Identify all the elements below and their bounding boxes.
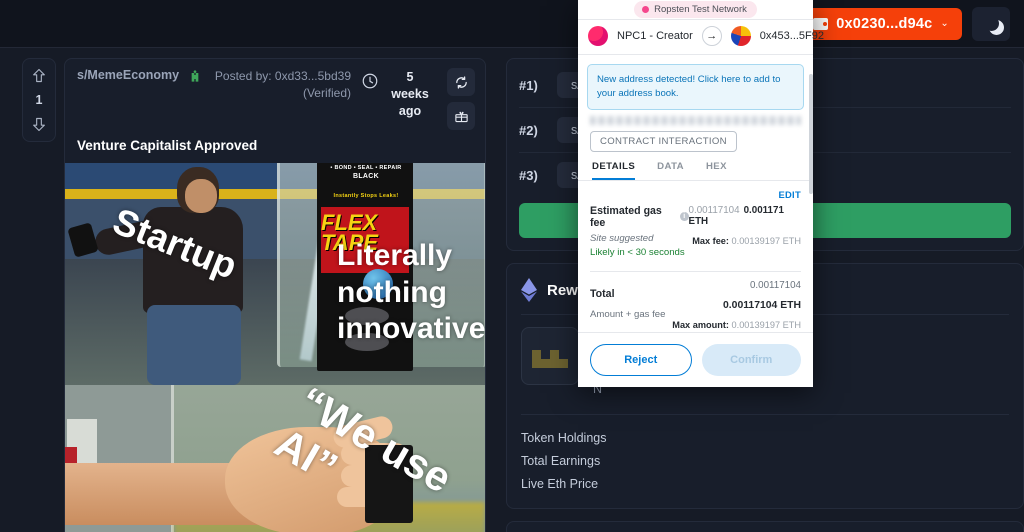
edit-gas-link[interactable]: EDIT (578, 181, 813, 200)
gas-fee-title-wrap: Estimated gas fee i (590, 205, 689, 229)
rank-number: #1) (519, 77, 538, 93)
total-row: Total Amount + gas fee 0.00117104 0.0011… (578, 272, 813, 330)
info-small-icon[interactable]: i (679, 212, 689, 222)
gas-fee-title: Estimated gas fee (590, 204, 662, 229)
meme-image[interactable]: • BOND • SEAL • REPAIR BLACK Instantly S… (65, 163, 485, 532)
clock-icon (362, 73, 378, 89)
chevron-down-icon: ⌄ (940, 18, 949, 29)
flex-tape-brand-black: BLACK (353, 173, 379, 180)
refresh-icon (455, 75, 467, 89)
from-account-name: NPC1 - Creator (617, 30, 693, 42)
metamask-body: New address detected! Click here to add … (578, 55, 813, 332)
post-actions (447, 68, 475, 130)
gas-fee-right: 0.00117104 0.001171 ETH Max fee: 0.001391… (689, 205, 801, 246)
flex-tape-tagline: Instantly Stops Leaks! (333, 193, 399, 199)
metamask-tabs: DETAILS DATA HEX (578, 152, 813, 181)
verified-shield-icon (191, 70, 199, 82)
joinspace-rules-card: i JoinSpace Rules JoinSpace is a permisi… (506, 521, 1024, 532)
post-author-verified: (Verified) (302, 86, 351, 101)
pixel-avatar (521, 327, 579, 385)
gas-fee-values: 0.00117104 0.001171 ETH (689, 205, 801, 227)
gas-fee-left: Estimated gas fee i Site suggested Likel… (590, 205, 689, 258)
rank-number: #3) (519, 167, 538, 183)
stat-live-eth-price: Live Eth Price (521, 477, 599, 492)
ethereum-diamond-icon (521, 278, 537, 302)
upvote-arrow-icon[interactable] (31, 67, 47, 84)
total-label: Total (590, 287, 615, 300)
subreddit-link[interactable]: s/MemeEconomy (77, 68, 179, 82)
gift-button[interactable] (447, 102, 475, 130)
tab-data[interactable]: DATA (657, 161, 684, 180)
gas-max-fee-value: 0.00139197 ETH (731, 235, 801, 246)
main-feed-column: 1 s/MemeEconomy Posted by: 0xd33...5bd39 (0, 48, 500, 532)
to-account-address[interactable]: 0x453...5F92 (760, 30, 824, 42)
metamask-footer: Reject Confirm (578, 332, 813, 387)
total-max-amount-value: 0.00139197 ETH (731, 319, 801, 330)
gift-icon (454, 111, 468, 122)
theme-toggle-button[interactable] (972, 6, 1010, 41)
new-address-notice[interactable]: New address detected! Click here to add … (587, 64, 804, 110)
wallet-address-label: 0x0230...d94c (836, 15, 933, 32)
account-transfer-row: NPC1 - Creator → 0x453...5F92 (578, 19, 824, 55)
vote-count: 1 (35, 93, 43, 107)
gas-max-fee-label: Max fee: (692, 235, 729, 246)
from-account-avatar (588, 26, 608, 46)
network-status-dot (642, 6, 650, 13)
meme-top-panel: • BOND • SEAL • REPAIR BLACK Instantly S… (65, 163, 485, 385)
total-left: Total Amount + gas fee (590, 280, 665, 330)
rank-number: #2) (519, 122, 538, 138)
metamask-confirmation-popup: Ropsten Test Network NPC1 - Creator → 0x… (578, 0, 824, 387)
reject-button[interactable]: Reject (590, 344, 692, 376)
moon-icon (984, 16, 999, 31)
total-max-amount: Max amount: 0.00139197 ETH (672, 320, 801, 330)
flex-tape-brand-top: • BOND • SEAL • REPAIR (330, 165, 402, 171)
gas-likely-time: Likely in < 30 seconds (590, 246, 685, 258)
wallet-address-button[interactable]: 0x0230...d94c ⌄ (800, 7, 962, 40)
network-label: Ropsten Test Network (654, 4, 747, 15)
gas-site-suggested: Site suggested (590, 232, 654, 244)
network-row: Ropsten Test Network (578, 0, 813, 19)
contract-interaction-chip: CONTRACT INTERACTION (590, 130, 737, 152)
total-main-value: 0.00117104 ETH (723, 299, 801, 311)
post-author-address: Posted by: 0xd33...5bd39 (214, 69, 351, 83)
tab-details[interactable]: DETAILS (592, 161, 636, 180)
confirm-button[interactable]: Confirm (701, 344, 801, 376)
stat-token-holdings: Token Holdings (521, 431, 607, 445)
origin-url-blurred (590, 115, 801, 125)
rewards-stats: Token Holdings Total Earnings Live Eth P… (521, 427, 1009, 496)
popup-scrollbar[interactable] (809, 74, 813, 194)
page-body: 1 s/MemeEconomy Posted by: 0xd33...5bd39 (0, 48, 1024, 532)
transfer-arrow-icon: → (701, 26, 722, 46)
post-title: Venture Capitalist Approved (77, 138, 258, 153)
app-root: 0x0230...d94c ⌄ 1 s/MemeEconomy Posted b… (0, 0, 1024, 532)
post-author: Posted by: 0xd33...5bd39 (Verified) (215, 68, 353, 103)
tab-hex[interactable]: HEX (706, 161, 727, 180)
downvote-arrow-icon[interactable] (31, 116, 47, 133)
vote-panel: 1 (22, 58, 56, 142)
to-account-avatar (730, 26, 751, 46)
post-time: 5 weeks ago (361, 68, 433, 120)
top-bar: 0x0230...d94c ⌄ (0, 0, 1024, 48)
refresh-button[interactable] (447, 68, 475, 96)
network-badge[interactable]: Ropsten Test Network (634, 1, 757, 18)
gas-max-fee: Max fee: 0.00139197 ETH (689, 236, 801, 246)
post-card: s/MemeEconomy Posted by: 0xd33...5bd39 (… (64, 58, 486, 532)
stat-total-earnings: Total Earnings (521, 454, 601, 469)
total-sub-label: Amount + gas fee (590, 308, 666, 320)
post-header: s/MemeEconomy Posted by: 0xd33...5bd39 (… (65, 59, 485, 136)
total-top-value: 0.00117104 (749, 279, 801, 291)
total-right: 0.00117104 0.00117104 ETH Max amount: 0.… (672, 280, 801, 330)
gas-fee-strike-value: 0.00117104 (688, 204, 740, 216)
post-container: 1 s/MemeEconomy Posted by: 0xd33...5bd39 (22, 58, 486, 532)
total-max-amount-label: Max amount: (672, 319, 729, 330)
wallet-icon (813, 17, 829, 30)
meme-caption-nothing-innovative: Literally nothing innovative (337, 239, 485, 346)
post-time-label: 5 weeks ago (391, 70, 429, 118)
gas-fee-row: Estimated gas fee i Site suggested Likel… (578, 200, 813, 258)
